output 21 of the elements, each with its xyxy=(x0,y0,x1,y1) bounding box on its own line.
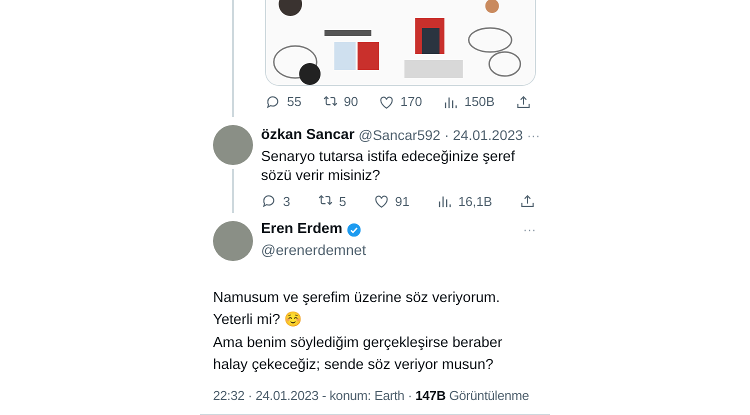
tweet-text: Namusum ve şerefim üzerine söz veriyorum. Yeterli mi? ☺ Ama benim söylediğim gerçekleşirse beraber halay çekeceğiz; sende söz veriyor musun? xyxy=(213,288,504,375)
reply-text: Senaryo tutarsa istifa edeceğinize şeref sözü verir misiniz? xyxy=(261,148,516,186)
reply-button[interactable]: 3 xyxy=(261,192,290,212)
retweet-button[interactable]: 90 xyxy=(322,92,358,112)
user-name[interactable]: Eren Erdem xyxy=(261,219,342,241)
like-button[interactable]: 91 xyxy=(372,192,410,212)
heart-icon xyxy=(378,94,396,110)
reply-button[interactable]: 55 xyxy=(265,92,302,112)
tweet-meta: 22:32 · 24.01.2023 - konum: Earth · 147B Görüntülenme xyxy=(213,386,530,404)
retweet-button[interactable]: 5 xyxy=(316,192,346,212)
like-button[interactable]: 170 xyxy=(378,92,422,112)
avatar[interactable] xyxy=(213,220,253,261)
user-name[interactable]: özkan Sancar xyxy=(261,125,354,147)
heart-icon xyxy=(372,193,390,210)
views-button[interactable]: 16,1B xyxy=(436,192,492,212)
user-handle: @erenerdemnet xyxy=(261,242,367,261)
views-button[interactable]: 150B xyxy=(442,92,495,112)
avatar[interactable] xyxy=(213,125,253,165)
share-icon xyxy=(514,94,532,110)
handle-date: @Sancar592 · 24.01.2023 xyxy=(358,126,523,146)
share-button[interactable] xyxy=(514,94,532,110)
